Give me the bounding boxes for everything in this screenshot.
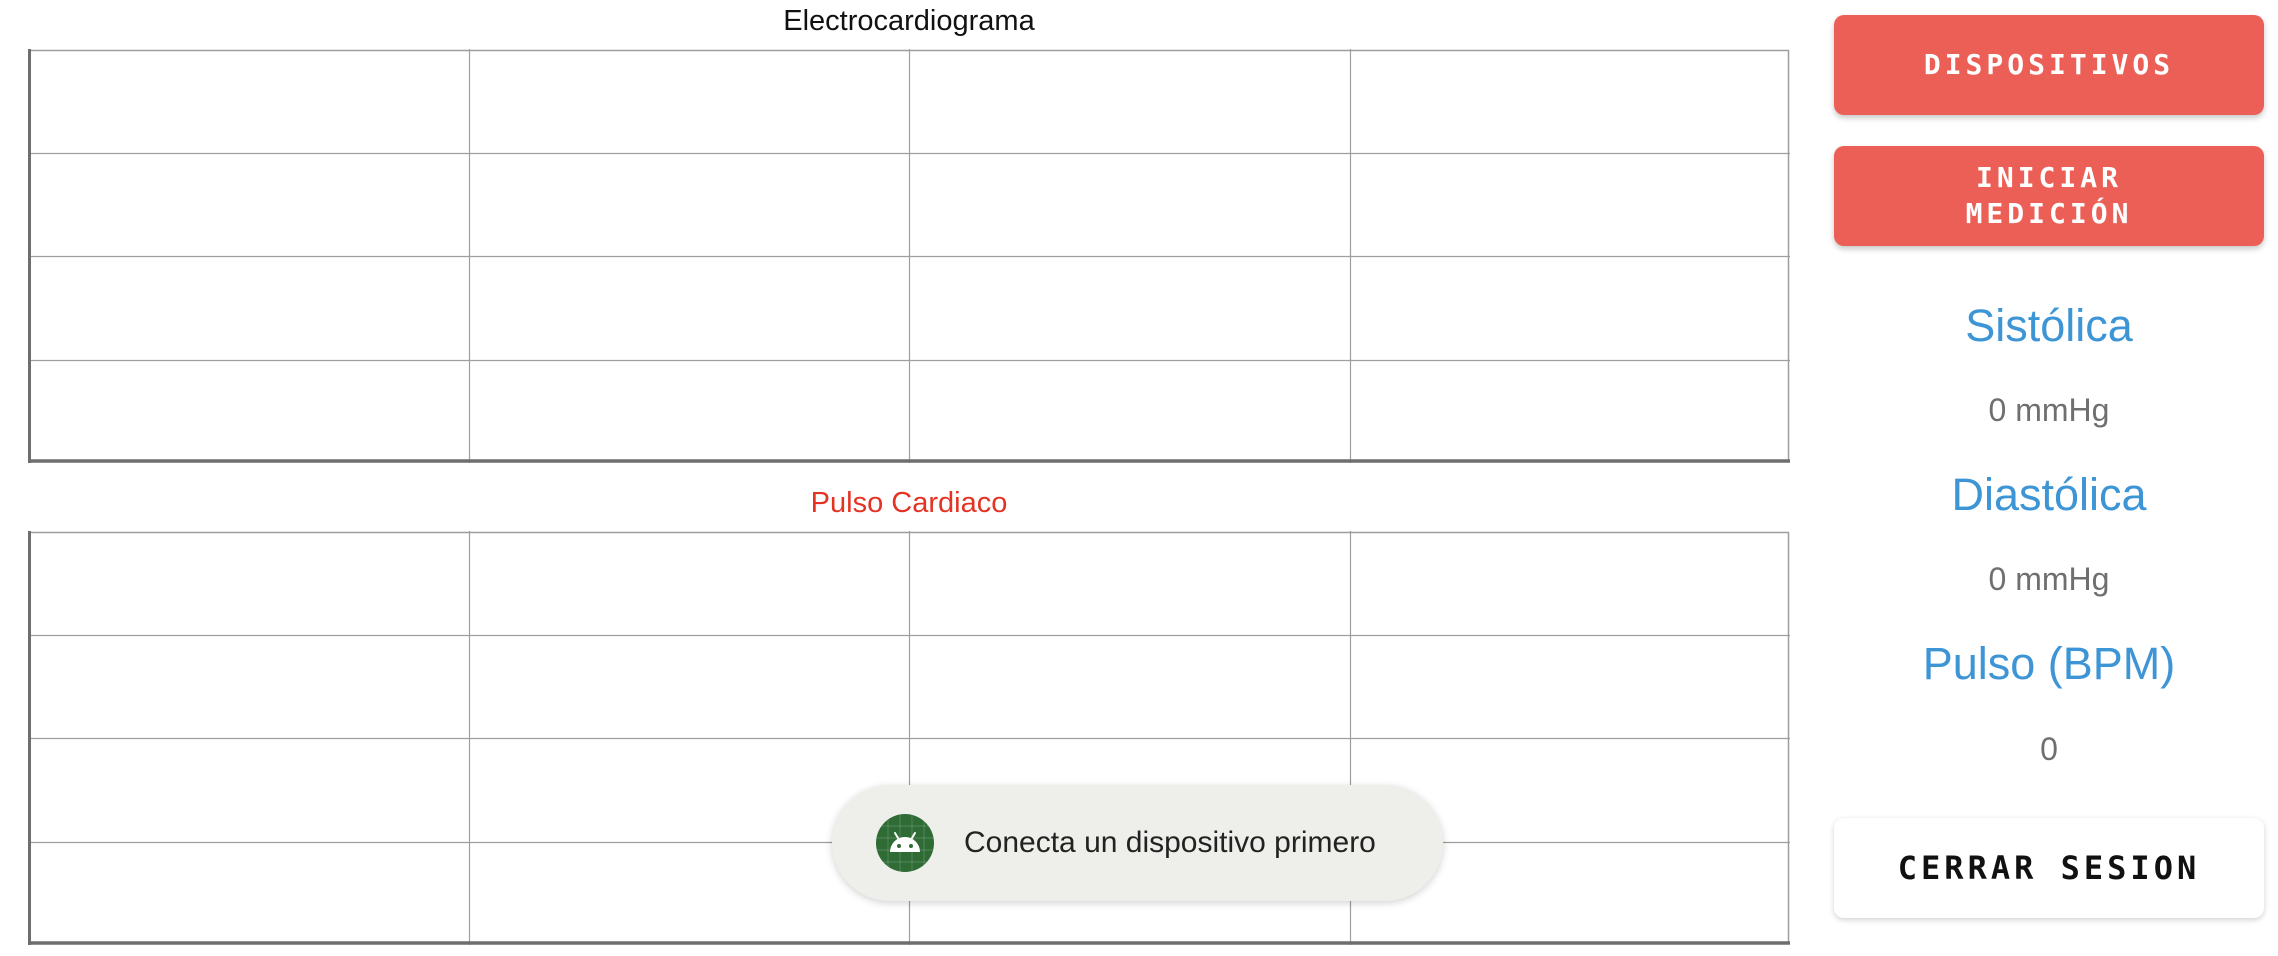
android-icon <box>876 814 934 872</box>
ecg-chart <box>28 49 1790 463</box>
pulse-bpm-value: 0 <box>2040 731 2058 767</box>
ecg-chart-title: Electrocardiograma <box>783 5 1035 37</box>
pulse-chart-title: Pulso Cardiaco <box>810 487 1008 519</box>
diastolic-label: Diastólica <box>1951 469 2147 520</box>
systolic-value: 0 mmHg <box>1988 392 2110 428</box>
app-screen: Electrocardiograma Pulso Cardiaco DISPOS… <box>0 0 2278 956</box>
sidebar-panel: DISPOSITIVOS INICIAR MEDICIÓN Sistólica … <box>1834 0 2264 956</box>
systolic-label: Sistólica <box>1965 300 2133 351</box>
start-measurement-button[interactable]: INICIAR MEDICIÓN <box>1834 146 2264 246</box>
logout-button[interactable]: CERRAR SESION <box>1834 818 2264 918</box>
diastolic-value: 0 mmHg <box>1988 561 2110 597</box>
pulse-bpm-label: Pulso (BPM) <box>1922 638 2176 689</box>
devices-button[interactable]: DISPOSITIVOS <box>1834 15 2264 115</box>
ecg-plot-area <box>28 49 1790 463</box>
toast-notification: Conecta un dispositivo primero <box>832 785 1443 901</box>
toast-message: Conecta un dispositivo primero <box>964 826 1376 859</box>
